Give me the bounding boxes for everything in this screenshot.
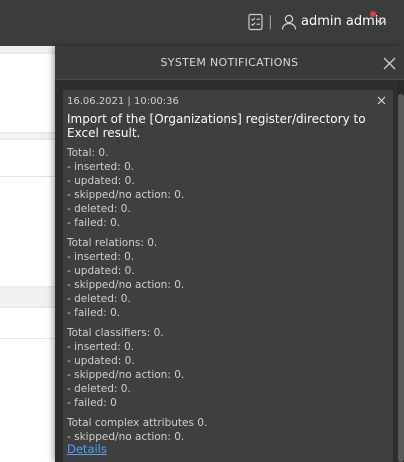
result-group: Total classifiers: 0. - inserted: 0. - upd… (67, 326, 379, 410)
chevron-down-icon[interactable] (375, 13, 387, 31)
result-line: Total relations: 0. (67, 237, 158, 249)
result-line: - deleted: 0. (67, 293, 131, 305)
result-line: - updated: 0. (67, 175, 135, 187)
notification-title: Import of the [Organizations] register/d… (67, 112, 366, 140)
result-line: - inserted: 0. (67, 341, 135, 353)
notification-body: Total: 0. - inserted: 0. - updated: 0. - sk… (67, 146, 379, 444)
result-line: - updated: 0. (67, 355, 135, 367)
result-line: - skipped/no action: 0. (67, 279, 185, 291)
topbar-divider: | (268, 14, 273, 30)
result-line: - failed: 0. (67, 217, 121, 229)
panel-header: SYSTEM NOTIFICATIONS (55, 46, 404, 80)
user-icon[interactable] (278, 11, 300, 33)
dismiss-notification-icon[interactable] (375, 94, 387, 106)
result-line: - skipped/no action: 0. (67, 369, 185, 381)
notifications-panel: SYSTEM NOTIFICATIONS 16.06.2021 | 10:00:… (55, 46, 404, 462)
background-card (0, 140, 58, 286)
result-group: Total complex attributes 0. - skipped/no … (67, 416, 379, 444)
result-group: Total: 0. - inserted: 0. - updated: 0. - sk… (67, 146, 379, 230)
result-line: - updated: 0. (67, 265, 135, 277)
result-line: - failed: 0. (67, 307, 121, 319)
background-divider (0, 176, 58, 177)
result-line: - skipped/no action: 0. (67, 189, 185, 201)
result-group: Total relations: 0. - inserted: 0. - updat… (67, 236, 379, 320)
result-line: Total complex attributes 0. (67, 417, 208, 429)
tasks-icon[interactable] (245, 11, 267, 33)
background-card (0, 54, 58, 132)
result-line: Total classifiers: 0. (67, 327, 164, 339)
details-link[interactable]: Details (67, 442, 107, 456)
result-line: - inserted: 0. (67, 251, 135, 263)
result-line: - inserted: 0. (67, 161, 135, 173)
panel-scrollbar[interactable] (398, 80, 404, 462)
notification-card: 16.06.2021 | 10:00:36 Import of the [Org… (63, 90, 393, 462)
close-icon[interactable] (381, 55, 397, 71)
panel-title: SYSTEM NOTIFICATIONS (160, 56, 299, 69)
result-line: - failed: 0 (67, 397, 117, 409)
notification-date: 16.06.2021 | 10:00:36 (67, 96, 179, 107)
background-divider (0, 338, 58, 339)
background-card (0, 308, 58, 462)
top-bar: | admin admin (0, 0, 404, 46)
background-page (0, 46, 58, 462)
scroll-thumb[interactable] (398, 94, 404, 462)
result-line: - deleted: 0. (67, 203, 131, 215)
result-line: - deleted: 0. (67, 383, 131, 395)
result-line: Total: 0. (67, 147, 109, 159)
result-line: - skipped/no action: 0. (67, 431, 185, 443)
